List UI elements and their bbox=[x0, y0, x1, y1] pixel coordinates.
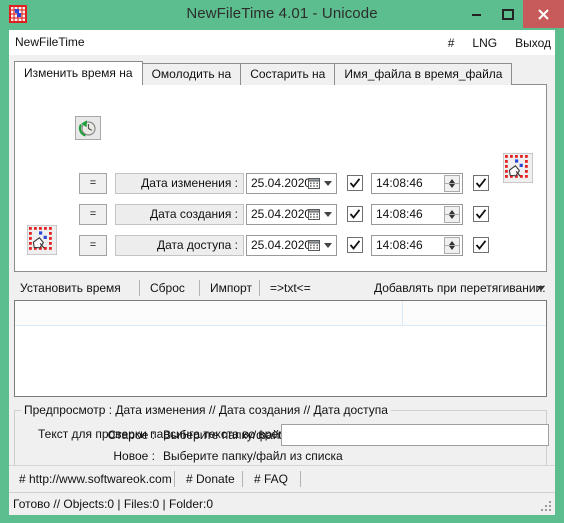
time-value-modified: 14:08:46 bbox=[376, 176, 423, 190]
tab-change-time[interactable]: Изменить время на bbox=[14, 61, 143, 85]
set-time-button[interactable]: Установить время bbox=[20, 276, 121, 300]
date-input-modified[interactable]: 25.04.2020 bbox=[246, 173, 337, 194]
minimize-icon bbox=[461, 0, 492, 28]
status-text: Готово // Objects:0 | Files:0 | Folder:0 bbox=[13, 497, 214, 511]
label-accessed-date: Дата доступа : bbox=[115, 235, 244, 256]
date-input-created[interactable]: 25.04.2020 bbox=[246, 204, 337, 225]
toolbar-divider bbox=[259, 280, 260, 296]
menu-item-appname[interactable]: NewFileTime bbox=[15, 30, 85, 55]
checkbox-modified-date[interactable] bbox=[347, 175, 363, 191]
checkbox-accessed-date[interactable] bbox=[347, 237, 363, 253]
checkbox-created-date[interactable] bbox=[347, 206, 363, 222]
maximize-button[interactable] bbox=[492, 0, 523, 28]
link-divider bbox=[242, 471, 243, 487]
export-txt-button[interactable]: =>txt<= bbox=[270, 276, 311, 300]
menu-item-exit[interactable]: Выход bbox=[515, 36, 551, 50]
preview-legend: Предпросмотр : Дата изменения // Дата со… bbox=[21, 403, 391, 418]
time-input-accessed[interactable]: 14:08:46 bbox=[371, 235, 463, 256]
tab-make-older[interactable]: Состарить на bbox=[240, 63, 336, 85]
time-value-created: 14:08:46 bbox=[376, 207, 423, 221]
chevron-down-icon[interactable] bbox=[324, 212, 332, 217]
spinner-accessed-time[interactable] bbox=[444, 237, 460, 254]
minimize-button[interactable] bbox=[461, 0, 492, 28]
menu-bar: NewFileTime # LNG Выход bbox=[9, 30, 555, 56]
preview-new-value: Выберите папку/файл из списка bbox=[163, 449, 343, 463]
file-drag-grid-icon-right[interactable] bbox=[503, 153, 533, 183]
calendar-icon bbox=[308, 208, 320, 221]
date-value-modified: 25.04.2020 bbox=[251, 176, 312, 190]
link-faq[interactable]: # FAQ bbox=[254, 466, 288, 492]
toolbar-divider bbox=[139, 280, 140, 296]
chevron-down-icon[interactable] bbox=[324, 243, 332, 248]
checkbox-modified-time[interactable] bbox=[473, 175, 489, 191]
application-window: NewFileTime 4.01 - Unicode NewFileTime #… bbox=[0, 0, 564, 523]
toolbar-divider bbox=[199, 280, 200, 296]
label-created-date: Дата создания : bbox=[115, 204, 244, 225]
checkbox-created-time[interactable] bbox=[473, 206, 489, 222]
equal-button-created[interactable]: = bbox=[79, 204, 107, 225]
label-modified-date: Дата изменения : bbox=[115, 173, 244, 194]
spinner-down-icon[interactable] bbox=[449, 215, 455, 219]
checkbox-accessed-time[interactable] bbox=[473, 237, 489, 253]
chevron-down-icon[interactable] bbox=[537, 286, 545, 291]
calendar-icon bbox=[308, 177, 320, 190]
refresh-clock-button[interactable] bbox=[75, 116, 101, 140]
tab-strip: Изменить время на Омолодить на Состарить… bbox=[14, 61, 513, 85]
menu-item-language[interactable]: LNG bbox=[472, 36, 497, 50]
date-input-accessed[interactable]: 25.04.2020 bbox=[246, 235, 337, 256]
reset-button[interactable]: Сброс bbox=[150, 276, 185, 300]
equal-button-modified[interactable]: = bbox=[79, 173, 107, 194]
file-list-view[interactable] bbox=[14, 300, 547, 397]
link-divider bbox=[174, 471, 175, 487]
column-divider[interactable] bbox=[402, 301, 403, 326]
file-drag-grid-icon-left[interactable] bbox=[27, 225, 57, 255]
link-homepage[interactable]: # http://www.softwareok.com bbox=[19, 466, 172, 492]
drag-add-dropdown[interactable]: Добавлять при перетягивании: bbox=[374, 276, 546, 300]
spinner-created-time[interactable] bbox=[444, 206, 460, 223]
title-bar: NewFileTime 4.01 - Unicode bbox=[0, 0, 564, 28]
resize-grip-icon[interactable] bbox=[541, 501, 553, 513]
status-bar: Готово // Objects:0 | Files:0 | Folder:0 bbox=[9, 492, 555, 515]
action-toolbar: Установить время Сброс Импорт =>txt<= До… bbox=[14, 276, 547, 300]
date-value-created: 25.04.2020 bbox=[251, 207, 312, 221]
calendar-icon bbox=[308, 239, 320, 252]
date-value-accessed: 25.04.2020 bbox=[251, 238, 312, 252]
list-header bbox=[15, 301, 546, 326]
time-input-created[interactable]: 14:08:46 bbox=[371, 204, 463, 225]
spinner-down-icon[interactable] bbox=[449, 246, 455, 250]
menu-item-hash[interactable]: # bbox=[448, 36, 455, 50]
spinner-modified-time[interactable] bbox=[444, 175, 460, 192]
parse-text-label: Текст для проверки парсинга текста во вр… bbox=[38, 427, 293, 441]
time-value-accessed: 14:08:46 bbox=[376, 238, 423, 252]
parse-text-input[interactable] bbox=[281, 424, 549, 446]
equal-button-accessed[interactable]: = bbox=[79, 235, 107, 256]
link-divider bbox=[300, 471, 301, 487]
close-icon bbox=[523, 0, 564, 28]
import-button[interactable]: Импорт bbox=[210, 276, 252, 300]
tab-make-younger[interactable]: Омолодить на bbox=[141, 63, 242, 85]
chevron-down-icon[interactable] bbox=[324, 181, 332, 186]
preview-new-label: Новое : bbox=[113, 449, 155, 463]
tab-filename-to-filetime[interactable]: Имя_файла в время_файла bbox=[334, 63, 513, 85]
spinner-down-icon[interactable] bbox=[449, 184, 455, 188]
link-donate[interactable]: # Donate bbox=[186, 466, 235, 492]
time-input-modified[interactable]: 14:08:46 bbox=[371, 173, 463, 194]
close-button[interactable] bbox=[523, 0, 564, 28]
link-bar: # http://www.softwareok.com # Donate # F… bbox=[9, 465, 555, 492]
maximize-icon bbox=[492, 0, 523, 28]
